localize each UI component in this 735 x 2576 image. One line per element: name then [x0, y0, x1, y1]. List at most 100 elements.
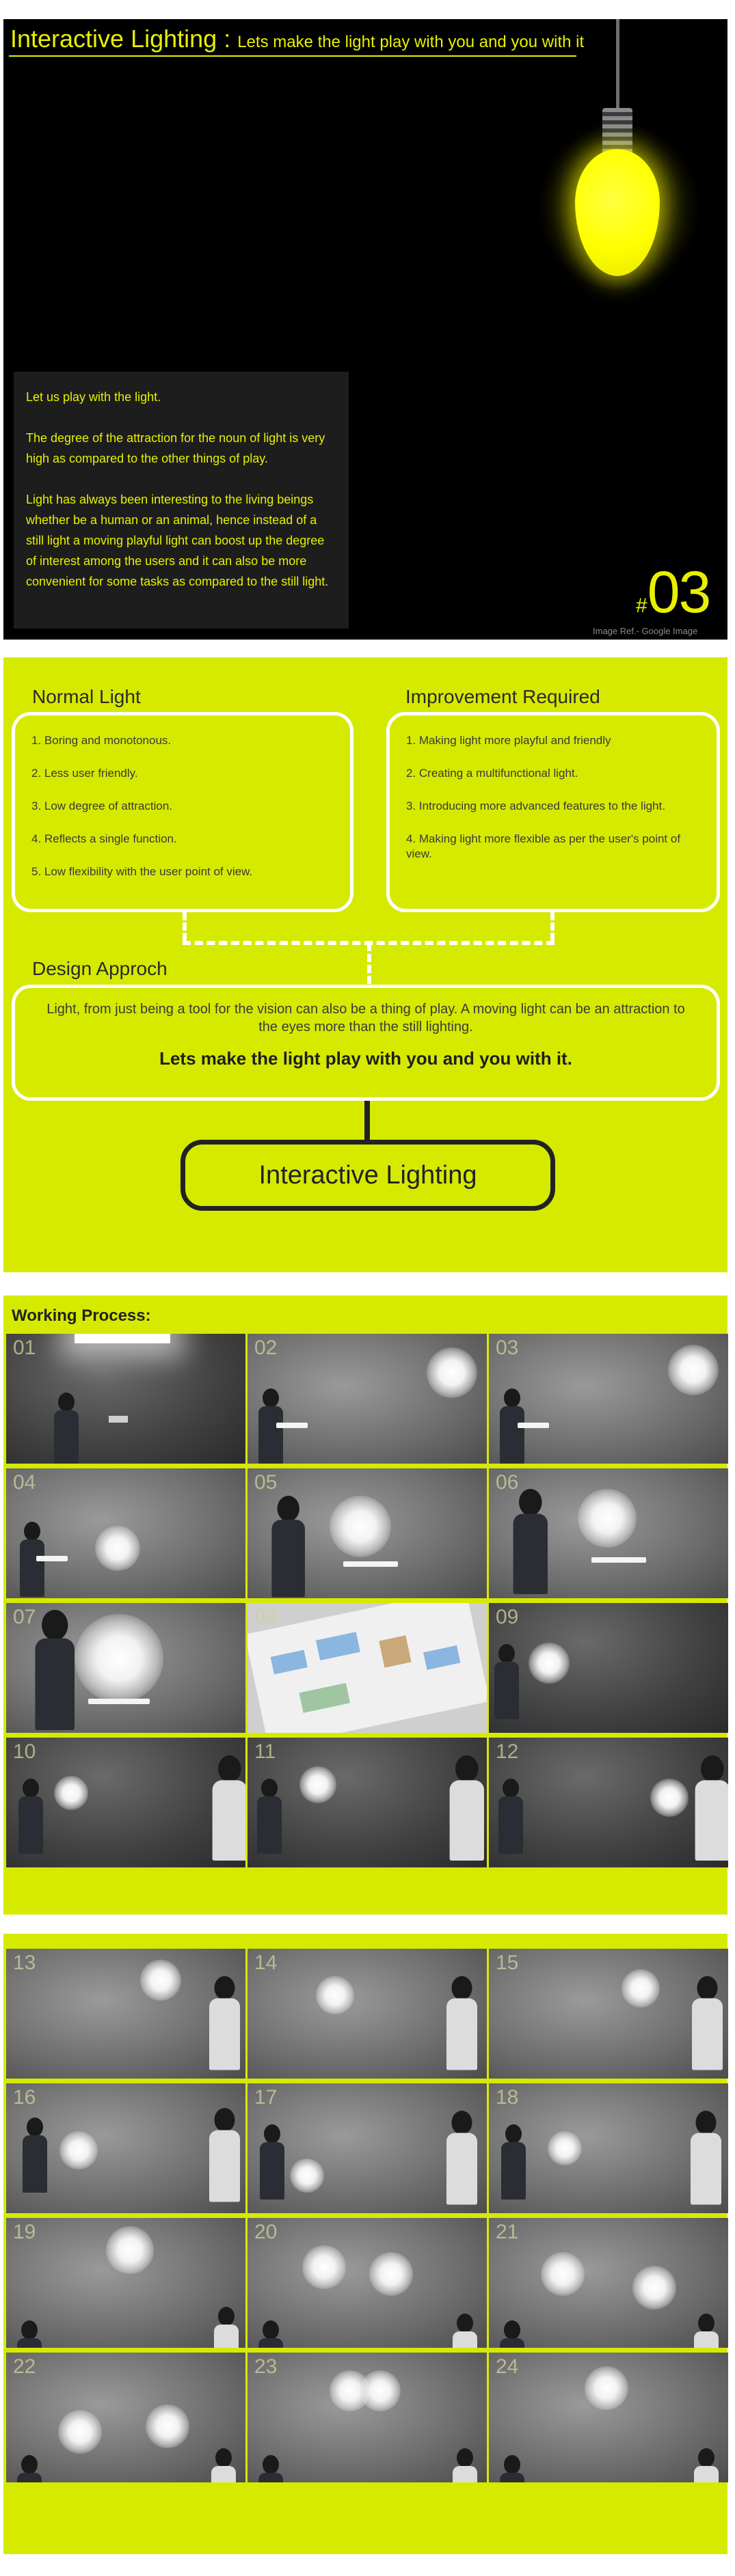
- page-number-value: 03: [647, 560, 712, 625]
- light-spot: [650, 1779, 689, 1817]
- person: [691, 1755, 728, 1861]
- design-approach-card: Light, from just being a tool for the vi…: [12, 985, 720, 1101]
- tile-number: 04: [13, 1471, 36, 1494]
- process-photo: 18: [489, 2083, 728, 2213]
- person: [691, 2314, 721, 2348]
- improve-item: 1. Making light more playful and friendl…: [406, 734, 611, 747]
- tube-light: [75, 1334, 170, 1343]
- book: [343, 1561, 398, 1567]
- light-spot: [330, 1496, 391, 1557]
- person: [206, 1976, 243, 2070]
- design-approach-text: Light, from just being a tool for the vi…: [46, 1002, 685, 1034]
- light-spot: [668, 1345, 719, 1395]
- normal-item: 2. Less user friendly.: [31, 767, 138, 780]
- person: [257, 2124, 287, 2200]
- tile-number: 01: [13, 1337, 36, 1359]
- process-photo: 24: [489, 2353, 728, 2482]
- light-spot: [58, 2410, 102, 2454]
- title-main: Interactive Lighting: [10, 25, 217, 53]
- light-spot: [369, 2252, 413, 2296]
- dashed-connector: [367, 943, 371, 984]
- light-spot: [427, 1347, 477, 1398]
- light-spot: [632, 2266, 676, 2310]
- light-spot: [529, 1643, 570, 1684]
- person: [51, 1393, 81, 1464]
- person: [443, 2111, 481, 2205]
- process-photo: 15: [489, 1949, 728, 2079]
- tile-number: 22: [13, 2355, 36, 2378]
- process-photo: 07: [6, 1603, 245, 1733]
- normal-item: 3. Low degree of attraction.: [31, 799, 173, 812]
- person: [689, 1976, 726, 2070]
- tile-number: 05: [254, 1471, 278, 1494]
- light-spot: [290, 2159, 324, 2193]
- process-photo: 03: [489, 1334, 728, 1464]
- title-subtitle: Lets make the light play with you and yo…: [237, 33, 585, 51]
- process-photo: 23: [248, 2353, 487, 2482]
- page-number-hash: #: [636, 594, 647, 617]
- solid-connector: [364, 1101, 370, 1140]
- tile-number: 10: [13, 1740, 36, 1763]
- light-spot: [95, 1526, 140, 1571]
- process-photo: 02: [248, 1334, 487, 1464]
- hero-panel: Interactive Lighting: Lets make the light…: [3, 19, 727, 640]
- tile-number: 02: [254, 1337, 278, 1359]
- book: [518, 1423, 549, 1428]
- page-title: Interactive Lighting: Lets make the light…: [10, 25, 584, 53]
- light-spot: [146, 2404, 189, 2448]
- light-spot: [299, 1766, 336, 1803]
- dashed-connector: [183, 912, 187, 941]
- switch: [109, 1416, 128, 1423]
- light-spot: [140, 1960, 181, 2001]
- light-spot: [360, 2370, 401, 2411]
- person: [446, 1755, 487, 1861]
- process-photo: 22: [6, 2353, 245, 2482]
- working-process-panel-continued: 13 14 15 16 17 18 19 20 21 22 23 24: [3, 1934, 728, 2554]
- person: [256, 2320, 286, 2348]
- process-photo: 10: [6, 1738, 245, 1867]
- improve-item: 3. Introducing more advanced features to…: [406, 799, 665, 812]
- improve-item: 4. Making light more flexible as per the…: [406, 832, 681, 860]
- title-separator: :: [224, 25, 231, 53]
- book: [276, 1423, 308, 1428]
- tile-number: 21: [496, 2221, 519, 2243]
- tile-number: 18: [496, 2086, 519, 2109]
- tile-number: 16: [13, 2086, 36, 2109]
- improve-item: 2. Creating a multifunctional light.: [406, 767, 578, 780]
- light-spot: [541, 2252, 585, 2296]
- person: [492, 1644, 522, 1719]
- process-photo: 13: [6, 1949, 245, 2079]
- tile-number: 09: [496, 1606, 519, 1628]
- book: [591, 1557, 646, 1563]
- bulb-socket: [602, 108, 632, 154]
- open-book: [248, 1603, 487, 1733]
- person: [16, 1779, 46, 1854]
- person: [211, 2307, 241, 2348]
- person: [691, 2448, 721, 2482]
- person: [687, 2111, 725, 2205]
- improvement-heading: Improvement Required: [405, 686, 600, 707]
- process-photo: 08: [248, 1603, 487, 1733]
- light-spot: [316, 1976, 354, 2014]
- normal-light-card: 1. Boring and monotonous. 2. Less user f…: [12, 712, 353, 912]
- tile-number: 03: [496, 1337, 519, 1359]
- process-photo: 11: [248, 1738, 487, 1867]
- result-pill: Interactive Lighting: [181, 1140, 555, 1211]
- process-photo: 20: [248, 2218, 487, 2348]
- tile-number: 14: [254, 1951, 278, 1974]
- person: [443, 1976, 481, 2070]
- title-underline: [9, 55, 576, 57]
- book: [36, 1556, 68, 1561]
- process-photo: 21: [489, 2218, 728, 2348]
- process-photo: 06: [489, 1468, 728, 1598]
- normal-item: 4. Reflects a single function.: [31, 832, 177, 845]
- intro-text-box: Let us play with the light. The degree o…: [14, 372, 349, 629]
- process-photo: 19: [6, 2218, 245, 2348]
- person: [450, 2314, 480, 2348]
- book: [88, 1699, 150, 1704]
- person: [209, 1755, 245, 1861]
- process-photo: 05: [248, 1468, 487, 1598]
- process-photo: 17: [248, 2083, 487, 2213]
- person: [496, 1779, 526, 1854]
- bulb-cord: [616, 19, 619, 108]
